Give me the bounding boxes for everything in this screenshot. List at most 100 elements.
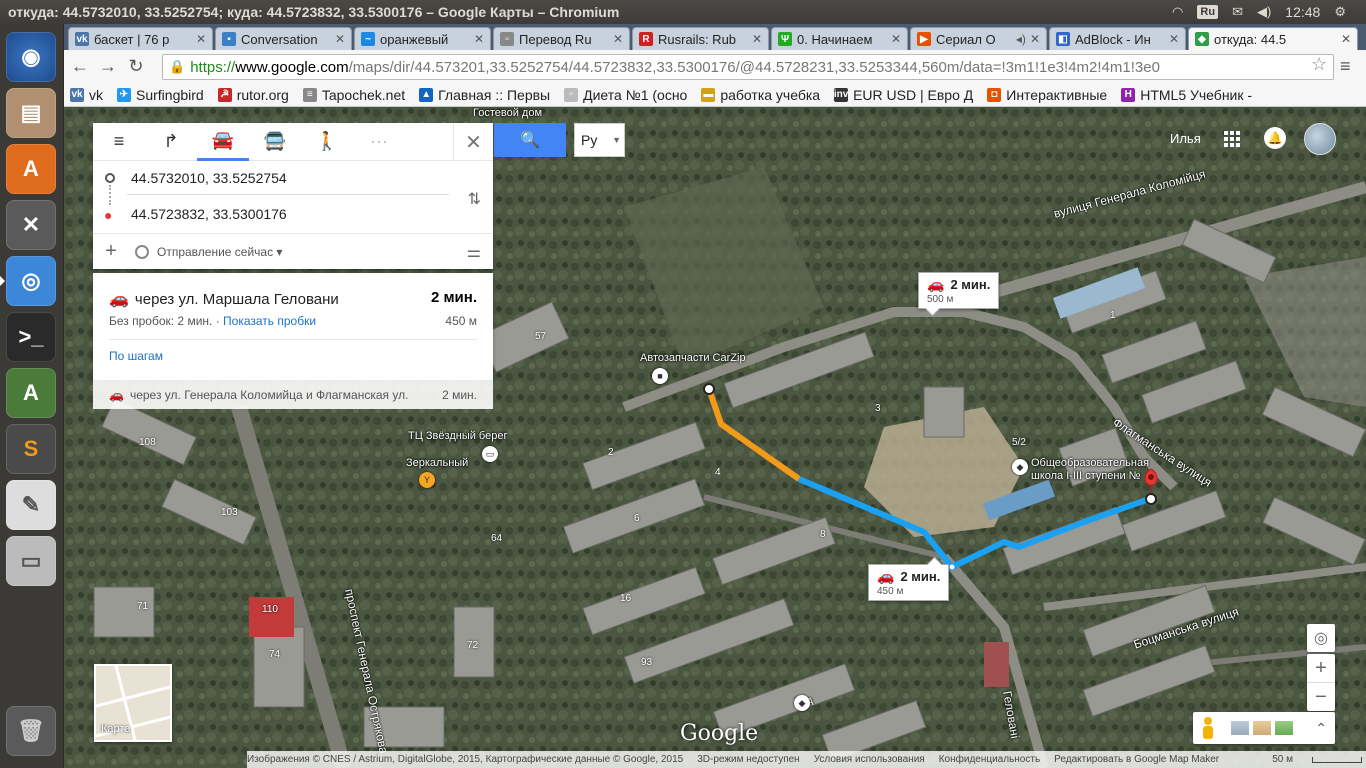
- bookmark-item[interactable]: H HTML5 Учебник -: [1121, 87, 1252, 103]
- sublime-text-icon[interactable]: S: [6, 424, 56, 474]
- destination-input[interactable]: 44.5723832, 33.5300176: [131, 206, 287, 222]
- menu-icon[interactable]: ≡: [93, 123, 145, 161]
- terms-link[interactable]: Условия использования: [814, 754, 925, 765]
- origin-input[interactable]: 44.5732010, 33.5252754: [131, 170, 287, 186]
- tab-close-icon[interactable]: ✕: [1341, 32, 1351, 46]
- text-editor-icon[interactable]: ✎: [6, 480, 56, 530]
- show-traffic-link[interactable]: Показать пробки: [223, 314, 316, 328]
- route-time-bubble[interactable]: 🚗 2 мин. 450 м: [868, 564, 950, 601]
- route-card[interactable]: 🚗 через ул. Маршала Геловани 2 мин. Без п…: [93, 273, 493, 380]
- bookmark-item[interactable]: ◘ Интерактивные: [987, 87, 1107, 103]
- poi-label[interactable]: Гостевой дом: [473, 107, 542, 119]
- user-name[interactable]: Илья: [1170, 131, 1201, 146]
- back-arrow-icon[interactable]: ←: [66, 53, 94, 81]
- bookmark-star-icon[interactable]: ☆: [1311, 54, 1327, 75]
- zoom-out-button[interactable]: −: [1307, 683, 1335, 711]
- zoom-in-button[interactable]: +: [1307, 654, 1335, 682]
- alt-route-row[interactable]: 🚗 через ул. Генерала Коломийца и Флагман…: [93, 380, 493, 409]
- trash-icon[interactable]: 🗑: [6, 706, 56, 756]
- poi-label[interactable]: ТЦ Звёздный берег: [408, 430, 507, 442]
- volume-icon[interactable]: ◀): [1257, 4, 1271, 20]
- photo-thumb[interactable]: [1253, 721, 1271, 735]
- disk-icon[interactable]: ▭: [6, 536, 56, 586]
- swap-waypoints-icon[interactable]: ⇅: [468, 189, 481, 209]
- chevron-up-icon[interactable]: ⌃: [1315, 720, 1327, 737]
- bookmark-item[interactable]: ✈ Surfingbird: [117, 87, 204, 103]
- bookmark-item[interactable]: ▲ Главная :: Первы: [419, 87, 550, 103]
- bookmark-item[interactable]: ≡ Tapochek.net: [302, 87, 405, 103]
- poi-label[interactable]: Общеобразовательная: [1031, 457, 1149, 469]
- mail-icon[interactable]: ✉: [1232, 4, 1243, 20]
- tab[interactable]: ▫ Перевод Ru ✕: [493, 27, 630, 50]
- tab-close-icon[interactable]: ✕: [474, 32, 484, 46]
- walk-mode-icon[interactable]: 🚶: [301, 123, 353, 161]
- address-bar[interactable]: 🔒 https://www.google.com/maps/dir/44.573…: [162, 54, 1334, 80]
- poi-label[interactable]: Зеркальный: [406, 457, 468, 469]
- files-icon[interactable]: ▤: [6, 88, 56, 138]
- software-updater-icon[interactable]: A: [6, 368, 56, 418]
- route-time-bubble[interactable]: 🚗 2 мин. 500 м: [918, 272, 1000, 309]
- tab-close-icon[interactable]: ✕: [752, 32, 762, 46]
- keyboard-layout-indicator[interactable]: Ru: [1197, 5, 1219, 19]
- apps-grid-icon[interactable]: [1224, 131, 1240, 147]
- poi-label[interactable]: школа I-III ступени №: [1031, 470, 1140, 482]
- bookmark-folder[interactable]: ▬ работка учебка: [701, 87, 820, 103]
- tab[interactable]: ~ оранжевый ✕: [354, 27, 491, 50]
- power-gear-icon[interactable]: ⚙: [1334, 4, 1346, 20]
- bookmark-item[interactable]: ☭ rutor.org: [217, 87, 289, 103]
- menu-icon[interactable]: ≡: [1340, 56, 1351, 77]
- poi-label[interactable]: Автозапчасти CarZip: [640, 352, 746, 364]
- hotel-icon[interactable]: ▭: [482, 446, 498, 462]
- software-center-icon[interactable]: A: [6, 144, 56, 194]
- directions-icon[interactable]: ↱: [145, 123, 197, 161]
- tab[interactable]: ◧ AdBlock - Ин ✕: [1049, 27, 1186, 50]
- tab[interactable]: ▪ Conversation ✕: [215, 27, 352, 50]
- shop-icon[interactable]: ■: [652, 368, 668, 384]
- map-layer-toggle[interactable]: Карта: [94, 664, 172, 742]
- wifi-icon[interactable]: ◠: [1172, 4, 1183, 20]
- scale-bar[interactable]: 50 м: [1272, 754, 1362, 765]
- my-location-icon[interactable]: ◎: [1307, 624, 1335, 652]
- tab[interactable]: vk баскет | 76 р ✕: [68, 27, 213, 50]
- more-modes-icon[interactable]: ···: [353, 123, 405, 161]
- bookmark-item[interactable]: ▫ Диета №1 (осно: [564, 87, 687, 103]
- pegman-icon[interactable]: [1201, 717, 1215, 739]
- tab-close-icon[interactable]: ✕: [1169, 32, 1179, 46]
- notifications-bell-icon[interactable]: 🔔: [1264, 127, 1286, 149]
- tab-close-icon[interactable]: ✕: [196, 32, 206, 46]
- avatar[interactable]: [1304, 123, 1336, 155]
- tab-close-icon[interactable]: ✕: [335, 32, 345, 46]
- tab-close-icon[interactable]: ✕: [891, 32, 901, 46]
- terminal-icon[interactable]: >_: [6, 312, 56, 362]
- route-options-icon[interactable]: ⚌: [467, 242, 481, 262]
- tab[interactable]: ▶ Сериал О ◂) ✕: [910, 27, 1047, 50]
- map-canvas[interactable]: ■ Автозапчасти CarZip ТЦ Звёздный берег …: [64, 107, 1366, 768]
- car-mode-icon[interactable]: 🚘: [197, 123, 249, 161]
- photo-thumb[interactable]: [1231, 721, 1249, 735]
- map-maker-link[interactable]: Редактировать в Google Map Maker: [1054, 754, 1219, 765]
- tab-close-icon[interactable]: ✕: [613, 32, 623, 46]
- clock[interactable]: 12:48: [1285, 4, 1320, 20]
- system-settings-icon[interactable]: ✕: [6, 200, 56, 250]
- photo-thumb[interactable]: [1275, 721, 1293, 735]
- bookmark-item[interactable]: inv EUR USD | Евро Д: [834, 87, 973, 103]
- close-icon[interactable]: ✕: [453, 123, 493, 161]
- language-select[interactable]: Ру ▼: [574, 123, 625, 157]
- bookmark-item[interactable]: vk vk: [70, 87, 103, 103]
- step-by-step-link[interactable]: По шагам: [109, 349, 163, 363]
- ubuntu-dash-icon[interactable]: ◉: [6, 32, 56, 82]
- tab[interactable]: R Rusrails: Rub ✕: [632, 27, 769, 50]
- tab-active[interactable]: ◆ откуда: 44.5 ✕: [1188, 27, 1358, 50]
- tab-close-icon[interactable]: ✕: [1030, 32, 1040, 46]
- cocktail-icon[interactable]: Y: [419, 472, 435, 488]
- reload-icon[interactable]: ↻: [122, 53, 150, 81]
- school-icon[interactable]: ◆: [794, 695, 810, 711]
- departure-time-select[interactable]: Отправление сейчас ▾: [135, 244, 282, 259]
- tab[interactable]: Ψ 0. Начинаем ✕: [771, 27, 908, 50]
- school-icon[interactable]: ◆: [1012, 459, 1028, 475]
- transit-mode-icon[interactable]: 🚍: [249, 123, 301, 161]
- chromium-icon[interactable]: ◎: [0, 256, 56, 306]
- search-button[interactable]: 🔍: [494, 123, 566, 157]
- forward-arrow-icon[interactable]: →: [94, 53, 122, 81]
- add-destination-icon[interactable]: +: [93, 240, 129, 263]
